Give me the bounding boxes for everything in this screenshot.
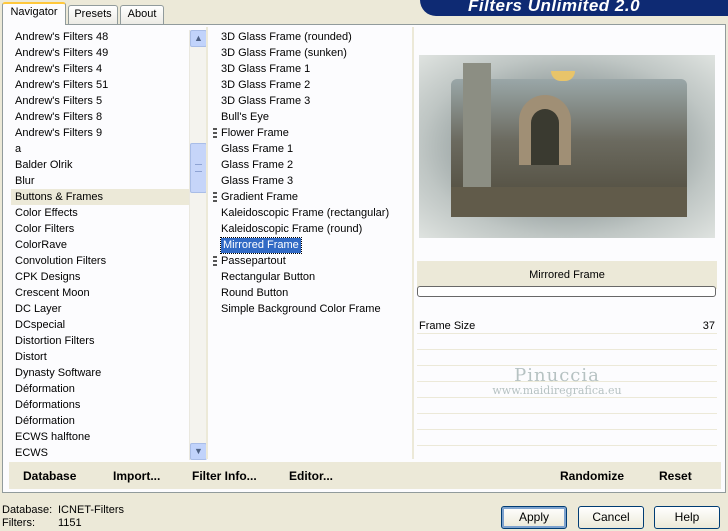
category-item[interactable]: Dynasty Software <box>11 365 191 381</box>
category-scrollbar[interactable]: ▲ ▼ <box>189 30 207 460</box>
filter-item[interactable]: Glass Frame 1 <box>209 141 409 157</box>
category-item[interactable]: a <box>11 141 191 157</box>
chevron-up-icon: ▲ <box>194 33 203 43</box>
category-item[interactable]: Déformation <box>11 413 191 429</box>
help-button[interactable]: Help <box>654 506 720 529</box>
filter-item[interactable]: 3D Glass Frame 1 <box>209 61 409 77</box>
parameter-label: Frame Size <box>419 320 476 332</box>
list-divider <box>206 27 208 459</box>
scroll-up-button[interactable]: ▲ <box>190 30 207 47</box>
category-item[interactable]: Andrew's Filters 48 <box>11 29 191 45</box>
parameter-row[interactable] <box>417 430 717 446</box>
filter-item[interactable]: Glass Frame 3 <box>209 173 409 189</box>
filter-item[interactable]: Flower Frame <box>209 125 409 141</box>
category-list[interactable]: Andrew's Filters 48 Andrew's Filters 49 An… <box>11 29 191 457</box>
category-item[interactable]: Andrew's Filters 9 <box>11 125 191 141</box>
parameter-row[interactable]: Frame Size 37 <box>417 318 717 334</box>
database-status: Database: ICNET-Filters <box>2 504 124 517</box>
tab-navigator[interactable]: Navigator <box>2 2 66 25</box>
import-button[interactable]: Import... <box>113 468 160 484</box>
category-item[interactable]: DCspecial <box>11 317 191 333</box>
banner-title: Filters Unlimited 2.0 <box>468 0 641 15</box>
category-item[interactable]: ColorRave <box>11 237 191 253</box>
filter-item[interactable]: Glass Frame 2 <box>209 157 409 173</box>
filters-value: 1151 <box>58 517 82 529</box>
randomize-button[interactable]: Randomize <box>560 468 624 484</box>
filter-item[interactable]: Simple Background Color Frame <box>209 301 409 317</box>
chevron-down-icon: ▼ <box>194 446 203 456</box>
selected-filter-name: Mirrored Frame <box>417 261 717 289</box>
filter-item[interactable]: Bull's Eye <box>209 109 409 125</box>
filter-item[interactable]: 3D Glass Frame (sunken) <box>209 45 409 61</box>
category-item[interactable]: ECWS <box>11 445 191 457</box>
status-info: Database: ICNET-Filters Filters: 1151 <box>2 504 124 530</box>
filter-item[interactable]: 3D Glass Frame 2 <box>209 77 409 93</box>
filter-info-button[interactable]: Filter Info... <box>192 468 257 484</box>
filter-item-selected[interactable]: Mirrored Frame <box>220 237 302 254</box>
filter-item[interactable]: Kaleidoscopic Frame (round) <box>209 221 409 237</box>
filter-item-label: Mirrored Frame <box>220 237 302 254</box>
grip-icon <box>195 164 202 172</box>
tab-about[interactable]: About <box>120 5 164 24</box>
preview-floor <box>451 187 687 217</box>
apply-button[interactable]: Apply <box>501 506 567 529</box>
preview-image <box>419 55 715 238</box>
filter-item[interactable]: Round Button <box>209 285 409 301</box>
watermark: Pinuccia www.maidiregrafica.eu <box>477 365 637 397</box>
tab-presets[interactable]: Presets <box>68 5 118 24</box>
category-item[interactable]: Andrew's Filters 5 <box>11 93 191 109</box>
category-item[interactable]: Crescent Moon <box>11 285 191 301</box>
category-item[interactable]: Distort <box>11 349 191 365</box>
scroll-thumb[interactable] <box>190 143 207 193</box>
cancel-button[interactable]: Cancel <box>578 506 644 529</box>
category-item[interactable]: Andrew's Filters 8 <box>11 109 191 125</box>
filters-status: Filters: 1151 <box>2 517 124 530</box>
filter-item[interactable]: Passepartout <box>209 253 409 269</box>
database-button[interactable]: Database <box>23 468 76 484</box>
category-item[interactable]: Convolution Filters <box>11 253 191 269</box>
parameter-row[interactable] <box>417 414 717 430</box>
database-label: Database: <box>2 504 53 516</box>
category-item[interactable]: Balder Olrik <box>11 157 191 173</box>
preview-area <box>417 27 717 238</box>
category-item[interactable]: Andrew's Filters 4 <box>11 61 191 77</box>
category-item[interactable]: DC Layer <box>11 301 191 317</box>
category-item[interactable]: Color Filters <box>11 221 191 237</box>
database-value: ICNET-Filters <box>58 504 124 516</box>
filter-item[interactable]: Gradient Frame <box>209 189 409 205</box>
watermark-line2: www.maidiregrafica.eu <box>492 384 622 397</box>
app-banner: Filters Unlimited 2.0 <box>420 0 728 16</box>
filter-row: Mirrored Frame <box>209 237 409 254</box>
category-item[interactable]: Andrew's Filters 49 <box>11 45 191 61</box>
reset-button[interactable]: Reset <box>659 468 692 484</box>
parameter-row[interactable] <box>417 334 717 350</box>
parameter-value: 37 <box>702 320 715 332</box>
preview-divider <box>412 27 414 459</box>
filters-label: Filters: <box>2 517 35 529</box>
editor-button[interactable]: Editor... <box>289 468 333 484</box>
parameter-row[interactable] <box>417 398 717 414</box>
filter-item[interactable]: 3D Glass Frame (rounded) <box>209 29 409 45</box>
category-item[interactable]: CPK Designs <box>11 269 191 285</box>
category-item[interactable]: Andrew's Filters 51 <box>11 77 191 93</box>
filter-item[interactable]: Rectangular Button <box>209 269 409 285</box>
watermark-line1: Pinuccia <box>514 365 600 386</box>
category-item[interactable]: Déformations <box>11 397 191 413</box>
category-item[interactable]: Distortion Filters <box>11 333 191 349</box>
category-item[interactable]: ECWS halftone <box>11 429 191 445</box>
category-item[interactable]: Blur <box>11 173 191 189</box>
filter-list[interactable]: 3D Glass Frame (rounded) 3D Glass Frame (… <box>209 29 409 459</box>
filter-item[interactable]: Kaleidoscopic Frame (rectangular) <box>209 205 409 221</box>
category-item[interactable]: Color Effects <box>11 205 191 221</box>
category-item[interactable]: Buttons & Frames <box>11 189 191 205</box>
preview-pillar <box>463 63 491 203</box>
parameter-row[interactable] <box>417 350 717 366</box>
panel-button-bar: Database Import... Filter Info... Editor… <box>9 462 721 489</box>
category-item[interactable]: Déformation <box>11 381 191 397</box>
preview-fireplace <box>531 109 559 165</box>
scroll-down-button[interactable]: ▼ <box>190 443 207 460</box>
navigator-panel: Andrew's Filters 48 Andrew's Filters 49 An… <box>2 24 726 493</box>
filter-item[interactable]: 3D Glass Frame 3 <box>209 93 409 109</box>
progress-bar <box>417 286 716 297</box>
